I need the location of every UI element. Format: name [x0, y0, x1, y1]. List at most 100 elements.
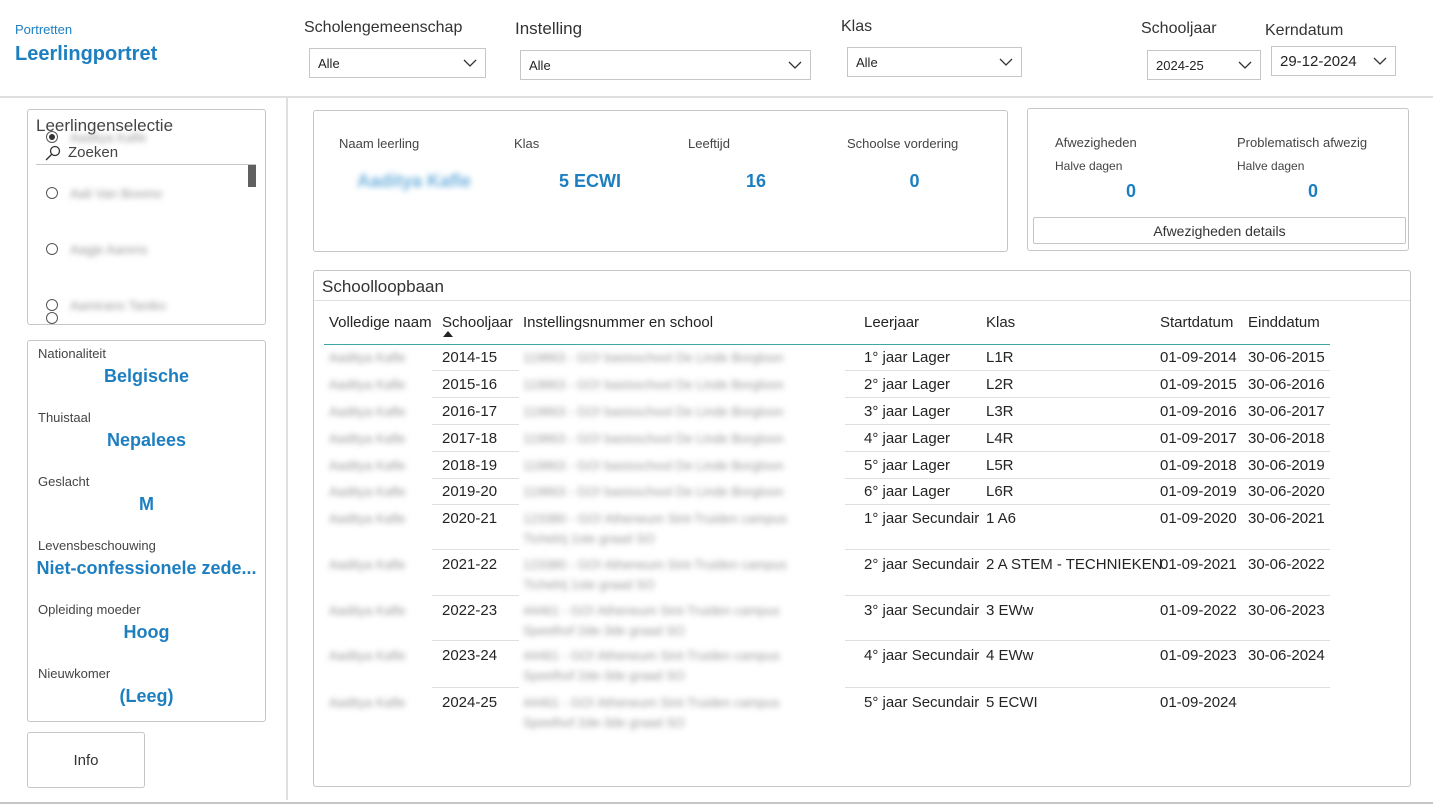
cell-start: 01-09-2024: [1160, 694, 1237, 711]
cell-leerjaar: 3° jaar Secundair: [864, 602, 980, 619]
cell-klas: L2R: [986, 376, 1014, 393]
cell-naam: Aaditya Kafle: [329, 603, 406, 618]
cell-school: 44461 - GO! Atheneum Sint-Truiden campus: [523, 603, 780, 618]
row-separator: [432, 640, 519, 641]
cell-eind: 30-06-2018: [1248, 430, 1325, 447]
col-header-naam[interactable]: Volledige naam: [329, 314, 432, 331]
name-label: Naam leerling: [339, 136, 420, 151]
search-underline: [36, 164, 256, 165]
sidebar-divider: [286, 98, 288, 800]
breadcrumb[interactable]: Portretten: [15, 22, 72, 37]
cell-klas: 4 EWw: [986, 647, 1034, 664]
instelling-select[interactable]: Alle: [520, 50, 811, 80]
cell-klas: 2 A STEM - TECHNIEKEN: [986, 556, 1163, 573]
col-header-eind[interactable]: Einddatum: [1248, 314, 1320, 331]
kerndatum-select[interactable]: 29-12-2024: [1271, 46, 1396, 76]
cell-eind: 30-06-2017: [1248, 403, 1325, 420]
cell-school: 44461 - GO! Atheneum Sint-Truiden campus: [523, 648, 780, 663]
filter-label-instelling: Instelling: [515, 19, 583, 38]
attribute-label: Opleiding moeder: [38, 602, 141, 617]
filter-label-kerndatum: Kerndatum: [1265, 22, 1344, 39]
radio-icon[interactable]: [46, 312, 58, 324]
cell-leerjaar: 2° jaar Lager: [864, 376, 951, 393]
cell-school: 119863 - GO! basisschool De Linde Borglo…: [523, 350, 784, 365]
cell-school: 119863 - GO! basisschool De Linde Borglo…: [523, 458, 784, 473]
cell-eind: 30-06-2022: [1248, 556, 1325, 573]
cell-eind: 30-06-2020: [1248, 483, 1325, 500]
radio-selected-icon[interactable]: [46, 131, 58, 143]
cell-jaar: 2015-16: [442, 376, 498, 393]
cell-start: 01-09-2017: [1160, 430, 1237, 447]
row-separator: [432, 478, 519, 479]
info-button[interactable]: Info: [27, 732, 145, 788]
problematic-absence-value: 0: [1307, 181, 1318, 201]
attribute-value: Belgische: [103, 366, 190, 386]
vordering-label: Schoolse vordering: [847, 136, 959, 151]
cell-leerjaar: 1° jaar Secundair: [864, 510, 980, 527]
cell-klas: L4R: [986, 430, 1014, 447]
col-header-school[interactable]: Instellingsnummer en school: [523, 314, 713, 331]
cell-eind: 30-06-2023: [1248, 602, 1325, 619]
cell-klas: 5 ECWI: [986, 694, 1038, 711]
row-separator: [432, 549, 519, 550]
cell-naam: Aaditya Kafle: [329, 431, 406, 446]
col-header-start[interactable]: Startdatum: [1160, 314, 1233, 331]
chevron-down-icon: [463, 59, 477, 67]
select-value: 2024-25: [1156, 57, 1204, 73]
klas-label: Klas: [514, 136, 540, 151]
cell-start: 01-09-2023: [1160, 647, 1237, 664]
cell-leerjaar: 4° jaar Lager: [864, 430, 951, 447]
cell-leerjaar: 5° jaar Lager: [864, 457, 951, 474]
cell-leerjaar: 4° jaar Secundair: [864, 647, 980, 664]
student-selection-panel: Leerlingenselectie Zoeken Aaditya Kafle A…: [27, 109, 266, 325]
cell-start: 01-09-2016: [1160, 403, 1237, 420]
row-separator: [432, 397, 519, 398]
cell-school: 119863 - GO! basisschool De Linde Borglo…: [523, 404, 784, 419]
bottom-divider: [0, 802, 1433, 804]
cell-start: 01-09-2020: [1160, 510, 1237, 527]
radio-icon[interactable]: [46, 187, 58, 199]
list-item[interactable]: Aamirans Taniko: [46, 295, 166, 315]
row-separator: [432, 504, 519, 505]
leeftijd-value: 16: [745, 171, 767, 191]
row-separator: [845, 549, 1330, 550]
cell-school-line2: Tichelrij 1ste graad SO: [523, 577, 655, 592]
row-separator: [845, 595, 1330, 596]
cell-school: 119863 - GO! basisschool De Linde Borglo…: [523, 377, 784, 392]
absence-details-button[interactable]: Afwezigheden details: [1033, 217, 1406, 244]
cell-school-line2: Speelhof 2de-3de graad SO: [523, 623, 685, 638]
problematic-absence-label: Problematisch afwezig: [1237, 135, 1368, 150]
list-item[interactable]: Aali Van Boomo: [46, 183, 162, 203]
list-item[interactable]: [46, 308, 58, 324]
col-header-klas[interactable]: Klas: [986, 314, 1015, 331]
cell-naam: Aaditya Kafle: [329, 404, 406, 419]
cell-klas: 1 A6: [986, 510, 1017, 527]
list-item[interactable]: Aaditya Kafle: [46, 127, 147, 147]
absence-label: Afwezigheden: [1055, 135, 1137, 150]
scholengemeenschap-select[interactable]: Alle: [309, 48, 486, 78]
col-header-leerjaar[interactable]: Leerjaar: [864, 314, 919, 331]
row-separator: [432, 595, 519, 596]
chevron-down-icon: [1373, 57, 1387, 65]
cell-leerjaar: 2° jaar Secundair: [864, 556, 980, 573]
cell-jaar: 2018-19: [442, 457, 498, 474]
cell-start: 01-09-2015: [1160, 376, 1237, 393]
cell-jaar: 2016-17: [442, 403, 498, 420]
col-header-schooljaar[interactable]: Schooljaar: [442, 314, 513, 331]
schooljaar-select[interactable]: 2024-25: [1147, 50, 1261, 80]
cell-eind: 30-06-2019: [1248, 457, 1325, 474]
list-item[interactable]: Aagje Aarens: [46, 239, 147, 259]
radio-icon[interactable]: [46, 243, 58, 255]
cell-jaar: 2020-21: [442, 510, 498, 527]
row-separator: [845, 451, 1330, 452]
sort-ascending-icon[interactable]: [443, 331, 453, 337]
cell-naam: Aaditya Kafle: [329, 557, 406, 572]
filter-label-scholengemeenschap: Scholengemeenschap: [304, 19, 463, 36]
klas-select[interactable]: Alle: [847, 47, 1022, 77]
cell-start: 01-09-2021: [1160, 556, 1237, 573]
cell-naam: Aaditya Kafle: [329, 350, 406, 365]
cell-leerjaar: 1° jaar Lager: [864, 349, 951, 366]
list-scrollbar[interactable]: [248, 165, 256, 187]
cell-jaar: 2023-24: [442, 647, 498, 664]
cell-klas: L5R: [986, 457, 1014, 474]
